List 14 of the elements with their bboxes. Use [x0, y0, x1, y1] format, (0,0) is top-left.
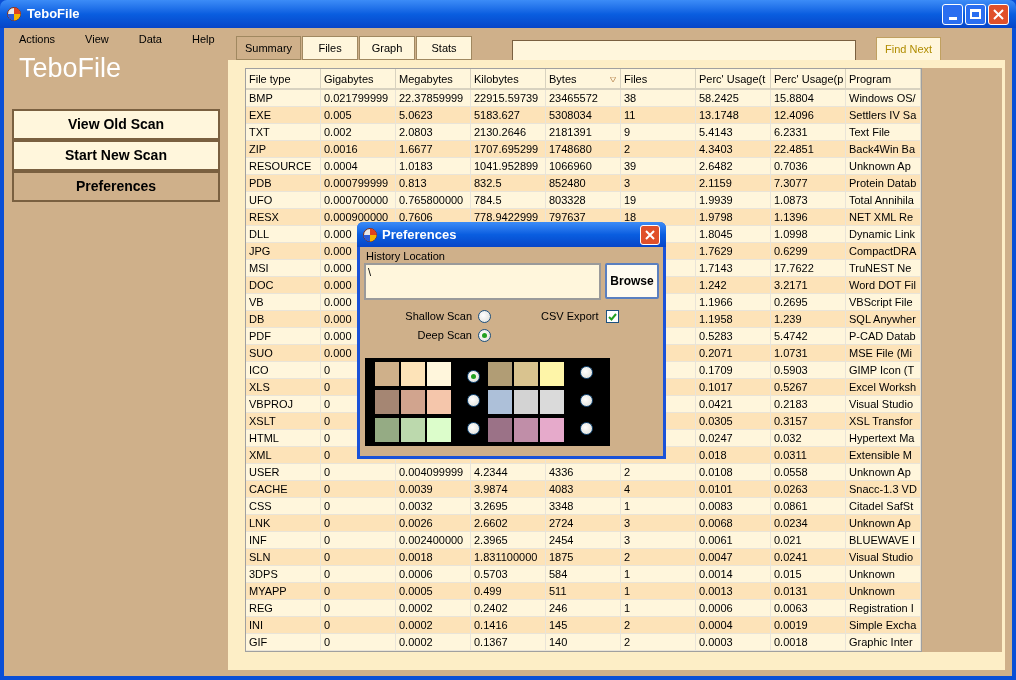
radio-label: Deep Scan	[417, 329, 472, 342]
table-cell: 0	[321, 634, 396, 651]
table-cell: 0.0003	[696, 634, 771, 651]
table-cell: 0.0002	[396, 634, 471, 651]
window-title: TeboFile	[27, 5, 80, 24]
table-cell: GIF	[246, 634, 321, 651]
table-cell: 0.1367	[471, 634, 546, 651]
app-title: TeboFile	[18, 52, 123, 84]
table-cell: 0.0018	[771, 634, 846, 651]
checkbox-label: CSV Export	[541, 310, 599, 323]
table-cell: Graphic Inter	[846, 634, 921, 651]
table-cell: 2	[621, 634, 696, 651]
table-cell: 140	[546, 634, 621, 651]
radio-label: Shallow Scan	[405, 310, 472, 323]
